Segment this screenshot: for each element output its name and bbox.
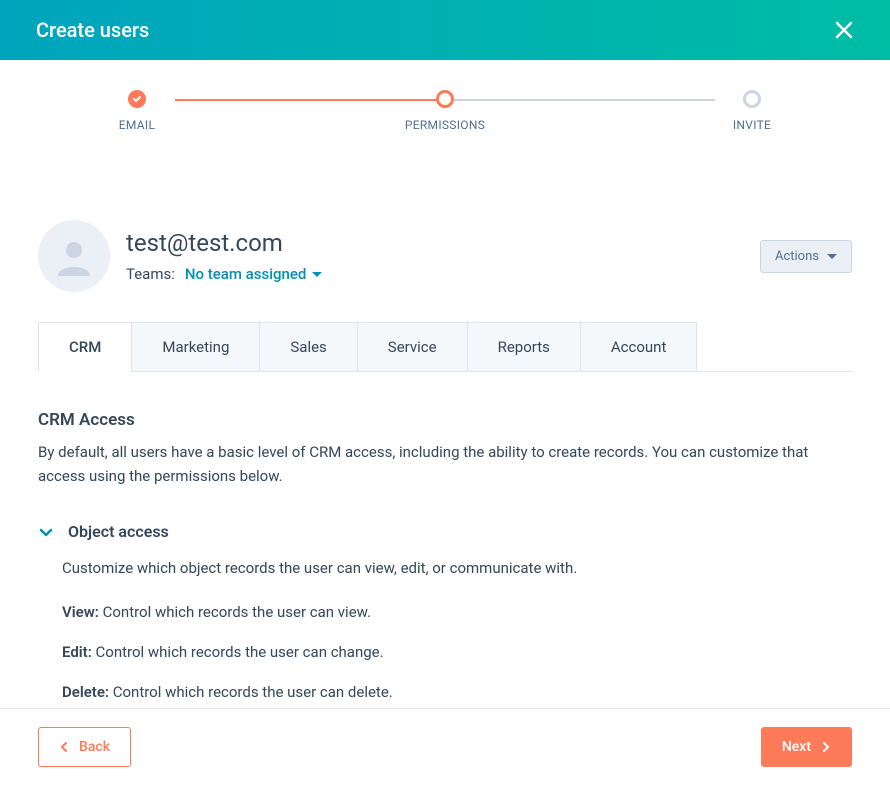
modal-title: Create users — [36, 18, 149, 42]
close-button[interactable] — [834, 20, 854, 40]
next-button[interactable]: Next — [761, 727, 852, 767]
content-area: test@test.com Teams: No team assigned Ac… — [0, 200, 890, 743]
user-header: test@test.com Teams: No team assigned Ac… — [38, 220, 852, 292]
permission-line: View: Control which records the user can… — [62, 601, 852, 623]
tab-marketing[interactable]: Marketing — [131, 322, 260, 371]
user-info: test@test.com Teams: No team assigned — [126, 229, 322, 283]
teams-label: Teams: — [126, 265, 175, 283]
step-circle-completed — [128, 90, 146, 108]
step-line-completed — [175, 99, 447, 101]
person-icon — [52, 234, 96, 278]
back-label: Back — [79, 739, 110, 755]
user-identity: test@test.com Teams: No team assigned — [38, 220, 322, 292]
section-title: CRM Access — [38, 410, 852, 430]
caret-down-icon — [827, 254, 837, 259]
tab-service[interactable]: Service — [357, 322, 468, 371]
permission-desc: Control which records the user can chang… — [92, 643, 384, 661]
chevron-left-icon — [59, 741, 69, 753]
stepper: EMAIL PERMISSIONS INVITE — [0, 60, 890, 110]
avatar — [38, 220, 110, 292]
step-label: PERMISSIONS — [405, 118, 485, 132]
step-circle-active — [436, 90, 454, 108]
teams-row: Teams: No team assigned — [126, 265, 322, 283]
teams-select[interactable]: No team assigned — [185, 265, 322, 283]
tabs: CRM Marketing Sales Service Reports Acco… — [38, 322, 852, 372]
step-circle-pending — [743, 90, 761, 108]
section-description: By default, all users have a basic level… — [38, 440, 852, 488]
step-email[interactable]: EMAIL — [97, 90, 177, 132]
next-label: Next — [782, 739, 811, 755]
actions-button[interactable]: Actions — [760, 240, 852, 273]
step-invite[interactable]: INVITE — [712, 90, 792, 132]
permission-label: Delete: — [62, 683, 109, 701]
footer: Back Next — [0, 708, 890, 785]
caret-down-icon — [312, 272, 322, 277]
check-icon — [132, 94, 142, 104]
chevron-right-icon — [821, 741, 831, 753]
permission-line: Delete: Control which records the user c… — [62, 681, 852, 703]
permission-desc: Control which records the user can delet… — [109, 683, 393, 701]
close-icon — [834, 20, 854, 40]
user-email: test@test.com — [126, 229, 322, 257]
permission-label: Edit: — [62, 643, 92, 661]
tab-reports[interactable]: Reports — [467, 322, 581, 371]
step-line-pending — [453, 99, 715, 101]
permission-label: View: — [62, 603, 99, 621]
permission-line: Edit: Control which records the user can… — [62, 641, 852, 663]
object-access-title: Object access — [68, 522, 169, 541]
step-permissions[interactable]: PERMISSIONS — [405, 90, 485, 132]
step-label: EMAIL — [119, 118, 155, 132]
object-access-desc: Customize which object records the user … — [62, 559, 852, 577]
chevron-down-icon — [38, 524, 54, 540]
step-label: INVITE — [733, 118, 771, 132]
actions-label: Actions — [775, 249, 819, 264]
tab-crm[interactable]: CRM — [38, 322, 132, 372]
permission-desc: Control which records the user can view. — [99, 603, 371, 621]
tab-sales[interactable]: Sales — [259, 322, 357, 371]
team-value: No team assigned — [185, 265, 306, 283]
tab-account[interactable]: Account — [580, 322, 698, 371]
modal-header: Create users — [0, 0, 890, 60]
object-access-toggle[interactable]: Object access — [38, 522, 852, 541]
back-button[interactable]: Back — [38, 727, 131, 767]
